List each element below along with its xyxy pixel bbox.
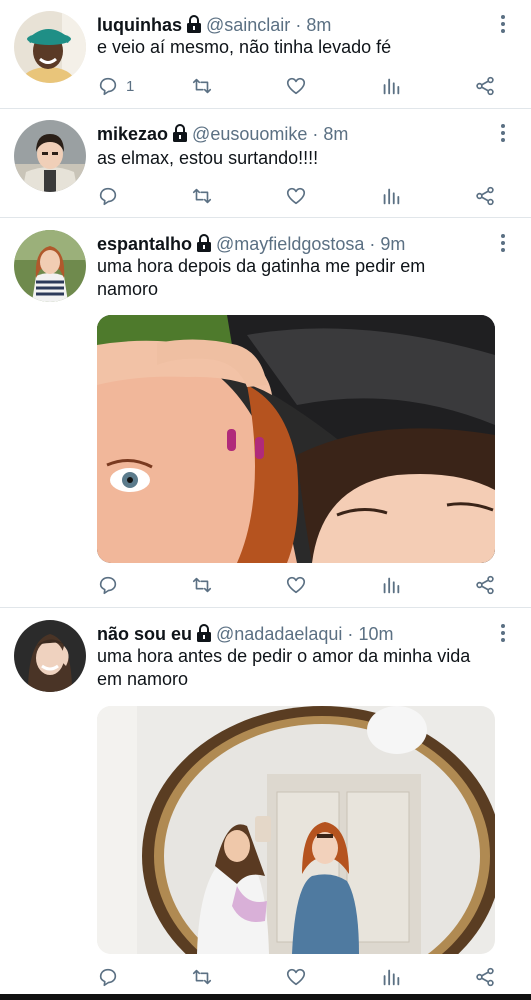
lock-icon [173,124,188,142]
reply-button[interactable]: 1 [97,73,134,99]
avatar[interactable] [14,11,86,83]
separator-dot: · [347,624,354,644]
like-button[interactable] [285,183,307,209]
stats-icon [383,969,400,986]
stats-icon [383,188,400,205]
avatar[interactable] [14,620,86,692]
like-button[interactable] [285,73,307,99]
reply-icon [99,968,117,987]
handle[interactable]: @sainclair [206,15,290,35]
tweet-header: não sou eu @nadadaelaqui · 10m [97,623,491,645]
photo-image [97,706,495,954]
tweet-media-photo[interactable] [97,315,495,563]
stats-button[interactable] [380,73,402,99]
tweet-actions [97,964,502,990]
retweet-button[interactable] [191,572,213,598]
share-icon [476,186,494,206]
separator-dot: · [369,234,376,254]
share-icon [476,575,494,595]
reply-icon [99,187,117,206]
heart-icon [286,576,306,594]
stats-icon [383,78,400,95]
stats-button[interactable] [380,964,402,990]
reply-button[interactable] [97,964,126,990]
bottom-edge [0,994,531,1000]
tweet-header: espantalho @mayfieldgostosa · 9m [97,233,491,255]
retweet-icon [192,577,212,593]
reply-icon [99,77,117,96]
retweet-icon [192,969,212,985]
reply-icon [99,576,117,595]
timestamp[interactable]: 8m [323,124,348,144]
share-button[interactable] [474,572,496,598]
tweet-text: e veio aí mesmo, não tinha levado fé [97,37,392,57]
share-button[interactable] [474,183,496,209]
reply-count: 1 [126,77,135,95]
retweet-icon [192,78,212,94]
retweet-button[interactable] [191,964,213,990]
retweet-button[interactable] [191,183,213,209]
like-button[interactable] [285,572,307,598]
more-icon[interactable] [499,15,507,37]
heart-icon [286,187,306,205]
retweet-button[interactable] [191,73,213,99]
reply-button[interactable] [97,572,126,598]
display-name[interactable]: luquinhas [97,15,182,35]
more-icon[interactable] [499,234,507,256]
stats-button[interactable] [380,183,402,209]
separator-dot: · [312,124,319,144]
tweet[interactable]: mikezao @eusouomike · 8m as elmax, estou … [0,109,531,217]
tweet-header: mikezao @eusouomike · 8m [97,123,491,145]
heart-icon [286,968,306,986]
stats-button[interactable] [380,572,402,598]
more-icon[interactable] [499,624,507,646]
tweet-actions [97,183,502,209]
lock-icon [197,234,212,252]
avatar[interactable] [14,120,86,192]
heart-icon [286,77,306,95]
timestamp[interactable]: 10m [358,624,393,644]
handle[interactable]: @eusouomike [192,124,307,144]
tweet-actions [97,572,502,598]
lock-icon [197,624,212,642]
share-icon [476,967,494,987]
separator-dot: · [295,15,302,35]
timeline-feed: luquinhas @sainclair · 8m e veio aí mesmo… [0,0,531,1000]
tweet[interactable]: espantalho @mayfieldgostosa · 9m uma hora… [0,218,531,607]
tweet[interactable]: luquinhas @sainclair · 8m e veio aí mesmo… [0,0,531,108]
avatar-image [14,230,86,302]
handle[interactable]: @nadadaelaqui [216,624,342,644]
tweet[interactable]: não sou eu @nadadaelaqui · 10m uma hora a… [0,608,531,994]
tweet-header: luquinhas @sainclair · 8m [97,14,491,36]
avatar-image [14,11,86,83]
avatar-image [14,620,86,692]
tweet-text: uma hora depois da gatinha me pedir em n… [97,256,426,299]
photo-image [97,315,495,563]
tweet-actions: 1 [97,73,502,99]
share-icon [476,76,494,96]
retweet-icon [192,188,212,204]
tweet-media-photo[interactable] [97,706,495,954]
share-button[interactable] [474,73,496,99]
avatar[interactable] [14,230,86,302]
tweet-text: as elmax, estou surtando!!!! [97,148,319,168]
like-button[interactable] [285,964,307,990]
tweet-text: uma hora antes de pedir o amor da minha … [97,646,471,689]
lock-icon [187,15,201,33]
handle[interactable]: @mayfieldgostosa [216,234,364,254]
stats-icon [383,577,400,594]
share-button[interactable] [474,964,496,990]
timestamp[interactable]: 9m [380,234,405,254]
display-name[interactable]: não sou eu [97,624,192,644]
display-name[interactable]: espantalho [97,234,192,254]
display-name[interactable]: mikezao [97,124,168,144]
more-icon[interactable] [499,124,507,146]
reply-button[interactable] [97,183,126,209]
timestamp[interactable]: 8m [306,15,331,35]
avatar-image [14,120,86,192]
